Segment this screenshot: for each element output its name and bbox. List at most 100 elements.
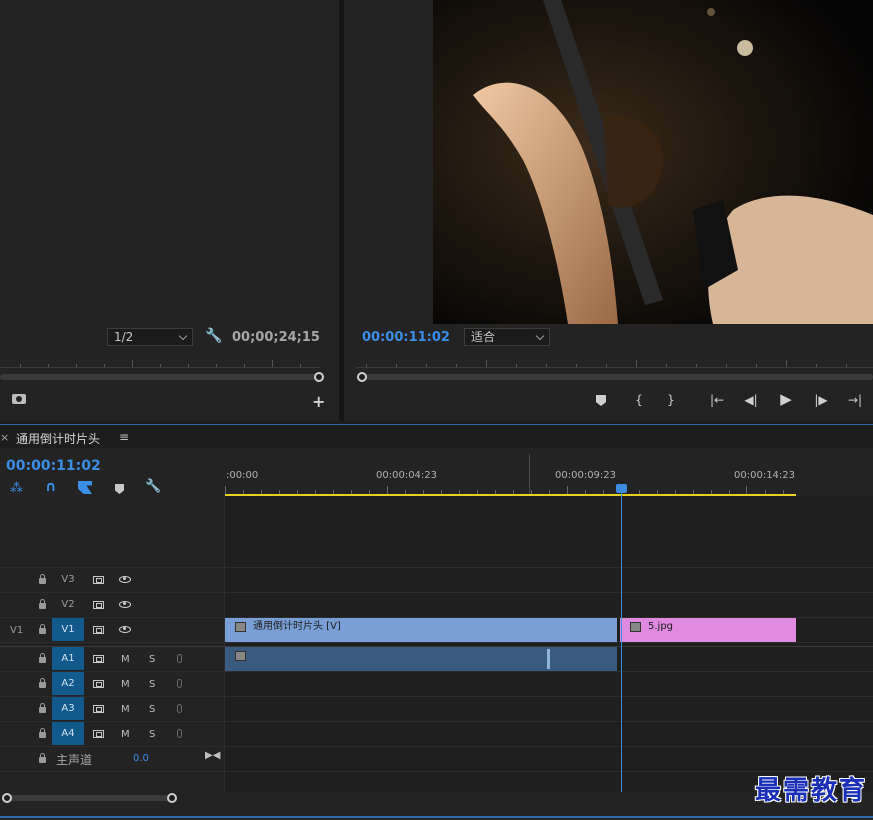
row-divider [0, 642, 873, 643]
solo-button[interactable]: S [149, 729, 155, 740]
lock-icon[interactable] [39, 728, 46, 738]
mute-button[interactable]: M [121, 729, 130, 740]
track-target-v2[interactable]: V2 [52, 593, 84, 616]
step-forward-button[interactable]: |▶ [810, 391, 832, 409]
add-button-icon[interactable]: + [312, 392, 325, 411]
track-target-a1[interactable]: A1 [52, 647, 84, 670]
program-ruler[interactable] [356, 358, 873, 368]
source-scroll-handle[interactable] [314, 372, 324, 382]
camera-icon[interactable] [12, 394, 26, 404]
track-target-a3[interactable]: A3 [52, 697, 84, 720]
time-ruler[interactable] [225, 486, 873, 494]
nest-icon[interactable]: ⁂ [10, 481, 23, 496]
play-button[interactable]: ▶ [775, 390, 797, 408]
audio-waveform-mark [547, 649, 550, 669]
zoom-handle-right[interactable] [167, 793, 177, 803]
playhead-line[interactable] [621, 487, 622, 792]
watermark-text: 最需教育 [754, 776, 867, 806]
sync-lock-film-icon[interactable] [93, 705, 104, 713]
sync-lock-film-icon[interactable] [93, 626, 104, 634]
go-to-in-button[interactable]: |← [706, 391, 728, 409]
program-fit-dropdown[interactable]: 适合 [464, 328, 550, 346]
ruler-label-3: 00:00:14:23 [734, 470, 796, 481]
sync-lock-film-icon[interactable] [93, 730, 104, 738]
lock-icon[interactable] [39, 599, 46, 609]
program-timecode: 00:00:11:02 [362, 330, 450, 345]
source-resolution-value: 1/2 [114, 330, 134, 344]
video-frame-image [433, 0, 873, 324]
timeline-settings-wrench-icon[interactable]: 🔧 [145, 479, 161, 494]
sync-lock-film-icon[interactable] [93, 680, 104, 688]
source-ruler[interactable] [0, 358, 320, 368]
source-resolution-dropdown[interactable]: 1/2 [107, 328, 193, 346]
lock-icon[interactable] [39, 678, 46, 688]
chevron-down-icon [178, 331, 188, 341]
fx-badge-icon [235, 651, 246, 661]
microphone-icon[interactable] [177, 679, 182, 688]
eye-icon[interactable] [119, 601, 131, 608]
master-track-label: 主声道 [56, 753, 93, 767]
sync-lock-film-icon[interactable] [93, 601, 104, 609]
row-divider [0, 771, 873, 772]
timeline-zoom-scrollbar[interactable] [4, 795, 174, 801]
track-header-divider [224, 496, 225, 792]
mute-button[interactable]: M [121, 679, 130, 690]
zoom-handle-left[interactable] [2, 793, 12, 803]
eye-icon[interactable] [119, 576, 131, 583]
playhead-handle[interactable] [616, 484, 627, 493]
track-target-a4[interactable]: A4 [52, 722, 84, 745]
lock-icon[interactable] [39, 703, 46, 713]
program-fit-value: 适合 [471, 330, 496, 344]
clip-label: 5.jpg [648, 621, 674, 632]
row-divider [0, 567, 873, 568]
track-target-v1[interactable]: V1 [52, 618, 84, 641]
source-patch-v1[interactable]: V1 [10, 625, 23, 636]
wrench-icon[interactable]: 🔧 [205, 328, 222, 344]
lock-icon[interactable] [39, 574, 46, 584]
timeline-focus-border [0, 424, 873, 425]
mark-out-button[interactable]: } [660, 391, 682, 409]
lock-icon[interactable] [39, 653, 46, 663]
sequence-tab[interactable]: 通用倒计时片头 [16, 430, 100, 447]
panel-menu-icon[interactable]: ≡ [119, 430, 129, 444]
lock-icon[interactable] [39, 624, 46, 634]
eye-icon[interactable] [119, 626, 131, 633]
go-to-end-icon[interactable]: ▶◀ [205, 750, 220, 761]
timeline-timecode[interactable]: 00:00:11:02 [6, 458, 101, 474]
row-divider [0, 696, 873, 697]
program-scrollbar[interactable] [360, 374, 873, 380]
solo-button[interactable]: S [149, 704, 155, 715]
solo-button[interactable]: S [149, 654, 155, 665]
microphone-icon[interactable] [177, 704, 182, 713]
step-back-button[interactable]: ◀| [740, 391, 762, 409]
program-scroll-handle[interactable] [357, 372, 367, 382]
snap-magnet-icon[interactable]: ∩ [45, 479, 56, 495]
track-target-v3[interactable]: V3 [52, 568, 84, 591]
video-clip-image[interactable]: 5.jpg [620, 618, 796, 642]
microphone-icon[interactable] [177, 654, 182, 663]
mark-in-button[interactable]: { [628, 391, 650, 409]
close-tab-icon[interactable]: × [0, 431, 9, 444]
master-volume-value[interactable]: 0.0 [133, 753, 149, 764]
sync-lock-film-icon[interactable] [93, 655, 104, 663]
mute-button[interactable]: M [121, 654, 130, 665]
row-divider [0, 746, 873, 747]
program-video-frame [433, 0, 873, 324]
source-scrollbar[interactable] [0, 374, 318, 380]
video-clip-countdown[interactable]: 通用倒计时片头 [V] [225, 618, 617, 642]
chevron-down-icon [535, 331, 545, 341]
source-timecode: 00;00;24;15 [232, 330, 320, 345]
track-content-area[interactable] [225, 496, 873, 792]
microphone-icon[interactable] [177, 729, 182, 738]
sync-lock-film-icon[interactable] [93, 576, 104, 584]
go-to-out-button[interactable]: →| [844, 391, 866, 409]
lock-icon[interactable] [39, 753, 46, 763]
fx-badge-icon [630, 622, 641, 632]
track-target-a2[interactable]: A2 [52, 672, 84, 695]
mute-button[interactable]: M [121, 704, 130, 715]
clip-label: 通用倒计时片头 [V] [253, 621, 341, 632]
audio-clip-a1[interactable] [225, 647, 617, 671]
row-divider [0, 671, 873, 672]
solo-button[interactable]: S [149, 679, 155, 690]
ruler-label-2: 00:00:09:23 [555, 470, 617, 481]
